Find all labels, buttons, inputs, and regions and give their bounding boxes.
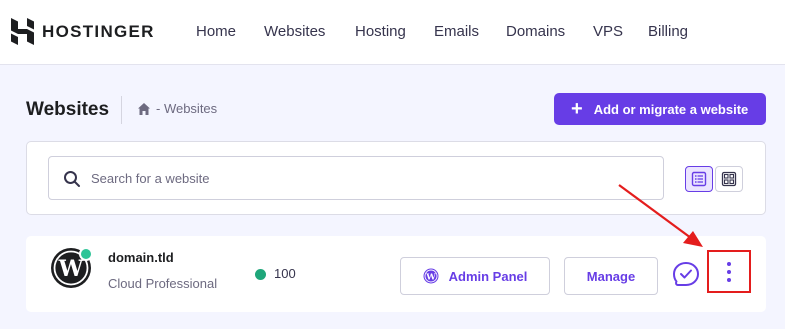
nav-item-home[interactable]: Home xyxy=(196,23,236,40)
nav-item-domains[interactable]: Domains xyxy=(506,23,565,40)
title-divider xyxy=(121,96,122,124)
nav-item-vps[interactable]: VPS xyxy=(593,23,623,40)
site-domain[interactable]: domain.tld xyxy=(108,250,174,265)
search-box[interactable] xyxy=(48,156,664,200)
website-card: W domain.tld Cloud Professional 100 W Ad… xyxy=(26,236,766,312)
wordpress-icon: W xyxy=(423,268,439,284)
nav-item-billing[interactable]: Billing xyxy=(648,23,688,40)
chat-check-icon[interactable] xyxy=(671,260,701,290)
top-navigation-bar: HOSTINGER Home Websites Hosting Emails D… xyxy=(0,0,785,65)
performance-score: 100 xyxy=(274,266,296,281)
page-title: Websites xyxy=(26,99,110,120)
site-plan: Cloud Professional xyxy=(108,276,218,291)
brand-name: HOSTINGER xyxy=(42,21,155,41)
performance-status-dot xyxy=(255,269,266,280)
nav-item-hosting[interactable]: Hosting xyxy=(355,23,406,40)
more-options-button[interactable] xyxy=(707,250,751,293)
add-or-migrate-website-button[interactable]: + Add or migrate a website xyxy=(554,93,766,125)
list-view-icon xyxy=(691,171,707,187)
hostinger-logo[interactable]: HOSTINGER xyxy=(11,18,155,45)
manage-label: Manage xyxy=(586,268,636,284)
list-view-button[interactable] xyxy=(685,166,713,192)
home-icon[interactable] xyxy=(137,102,151,116)
search-icon xyxy=(64,171,80,187)
more-vertical-icon-dot xyxy=(727,261,731,266)
nav-item-emails[interactable]: Emails xyxy=(434,23,479,40)
add-button-label: Add or migrate a website xyxy=(593,101,749,117)
grid-view-button[interactable] xyxy=(715,166,743,192)
svg-text:W: W xyxy=(425,272,436,282)
admin-panel-button[interactable]: W Admin Panel xyxy=(400,257,550,295)
grid-view-icon xyxy=(721,171,737,187)
site-status-indicator xyxy=(79,247,93,261)
plus-icon: + xyxy=(571,98,583,120)
hostinger-logo-icon xyxy=(11,18,34,45)
breadcrumb: - Websites xyxy=(137,101,217,116)
svg-text:W: W xyxy=(58,256,84,282)
search-panel xyxy=(26,141,766,215)
nav-item-websites[interactable]: Websites xyxy=(264,23,325,40)
more-vertical-icon-dot xyxy=(727,269,731,274)
search-input[interactable] xyxy=(91,157,651,199)
more-vertical-icon-dot xyxy=(727,277,731,282)
breadcrumb-current: - Websites xyxy=(156,101,218,116)
manage-button[interactable]: Manage xyxy=(564,257,658,295)
admin-panel-label: Admin Panel xyxy=(448,268,528,284)
